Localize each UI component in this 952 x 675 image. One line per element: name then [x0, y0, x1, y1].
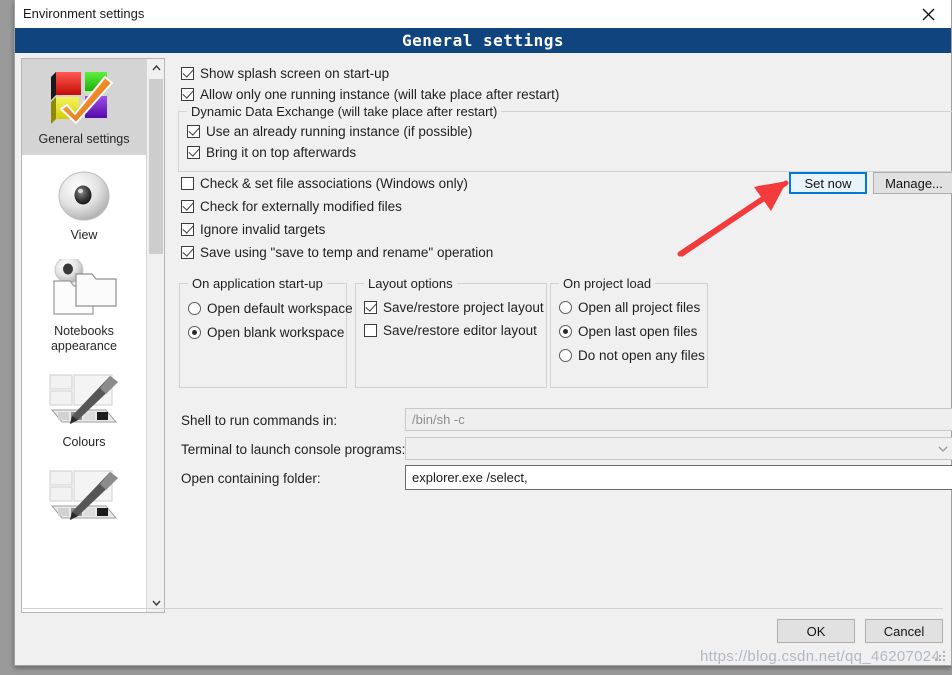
radio-circle[interactable]: [188, 302, 201, 315]
sidebar-item-general-settings[interactable]: General settings: [22, 59, 146, 155]
sidebar-item-notebooks-appearance[interactable]: Notebooks appearance: [22, 251, 146, 362]
radio-circle[interactable]: [559, 301, 572, 314]
radio-label: Do not open any files: [578, 347, 705, 364]
page-title: General settings: [15, 28, 951, 53]
set-now-button[interactable]: Set now: [789, 172, 867, 194]
resize-grip-icon[interactable]: [935, 650, 947, 662]
settings-category-list: General settings: [21, 58, 165, 613]
shell-command-input[interactable]: /bin/sh -c: [405, 408, 952, 431]
chevron-down-icon[interactable]: [931, 439, 952, 458]
screen: Environment settings General settings: [0, 0, 952, 675]
radio-open-last-open-files[interactable]: Open last open files: [559, 323, 697, 340]
checkbox-label: Check for externally modified files: [200, 198, 402, 215]
cancel-button[interactable]: Cancel: [865, 619, 943, 643]
checkbox-box[interactable]: [181, 223, 194, 236]
radio-open-all-project-files[interactable]: Open all project files: [559, 299, 700, 316]
checkbox-show-splash-screen[interactable]: Show splash screen on start-up: [181, 65, 389, 82]
checkbox-label: Check & set file associations (Windows o…: [200, 175, 468, 192]
checkbox-save-restore-project-layout[interactable]: Save/restore project layout: [364, 299, 544, 316]
checkbox-box[interactable]: [181, 246, 194, 259]
palette-brush-icon: [44, 370, 124, 432]
checkbox-externally-modified[interactable]: Check for externally modified files: [181, 198, 402, 215]
ok-button[interactable]: OK: [777, 619, 855, 643]
sidebar-item-colours[interactable]: Colours: [22, 362, 146, 458]
checkbox-allow-one-instance[interactable]: Allow only one running instance (will ta…: [181, 86, 559, 103]
sidebar-item-view[interactable]: View: [22, 155, 146, 251]
radio-label: Open last open files: [578, 323, 697, 340]
checkbox-label: Ignore invalid targets: [200, 221, 325, 238]
checkbox-file-associations[interactable]: Check & set file associations (Windows o…: [181, 175, 468, 192]
checkbox-box[interactable]: [187, 125, 200, 138]
general-settings-panel: Show splash screen on start-up Allow onl…: [173, 55, 947, 605]
folders-icon: [46, 259, 122, 321]
checkbox-label: Save using "save to temp and rename" ope…: [200, 244, 493, 261]
checkbox-ignore-invalid-targets[interactable]: Ignore invalid targets: [181, 221, 325, 238]
category-items: General settings: [22, 59, 146, 612]
dialog-body: General settings: [15, 53, 951, 665]
terminal-field-label: Terminal to launch console programs:: [181, 442, 405, 457]
checkbox-box[interactable]: [181, 177, 194, 190]
checkbox-use-running-instance[interactable]: Use an already running instance (if poss…: [187, 123, 472, 140]
chevron-up-icon[interactable]: [147, 59, 165, 77]
radio-label: Open default workspace: [207, 300, 353, 317]
checkbox-label: Allow only one running instance (will ta…: [200, 86, 559, 103]
sidebar-item-label: General settings: [38, 132, 129, 147]
radio-label: Open blank workspace: [207, 324, 344, 341]
checkbox-box[interactable]: [181, 200, 194, 213]
checkbox-box[interactable]: [181, 88, 194, 101]
radio-circle[interactable]: [559, 325, 572, 338]
dynamic-data-exchange-group: Dynamic Data Exchange (will take place a…: [178, 111, 952, 172]
radio-label: Open all project files: [578, 299, 700, 316]
radio-open-default-workspace[interactable]: Open default workspace: [188, 300, 353, 317]
terminal-command-combobox[interactable]: [405, 437, 952, 460]
group-title: On application start-up: [188, 276, 327, 291]
group-title: On project load: [559, 276, 655, 291]
checkbox-label: Use an already running instance (if poss…: [206, 123, 472, 140]
sidebar-item-label: View: [71, 228, 98, 243]
manage-button[interactable]: Manage...: [873, 172, 952, 194]
checkbox-label: Save/restore project layout: [383, 299, 544, 316]
checkbox-label: Show splash screen on start-up: [200, 65, 389, 82]
palette-brush-icon: [44, 466, 124, 528]
sidebar-item-label: Notebooks appearance: [24, 324, 144, 354]
layout-options-group: Layout options Save/restore project layo…: [355, 283, 547, 388]
radio-circle[interactable]: [559, 349, 572, 362]
checkbox-bring-on-top[interactable]: Bring it on top afterwards: [187, 144, 356, 161]
eye-icon: [53, 163, 115, 225]
open-containing-folder-input[interactable]: explorer.exe /select,: [405, 465, 952, 490]
group-title: Dynamic Data Exchange (will take place a…: [187, 104, 501, 119]
footer-separator: [23, 608, 943, 609]
radio-do-not-open-any-files[interactable]: Do not open any files: [559, 347, 705, 364]
checkbox-label: Save/restore editor layout: [383, 322, 537, 339]
checkbox-save-temp-rename[interactable]: Save using "save to temp and rename" ope…: [181, 244, 493, 261]
checkbox-save-restore-editor-layout[interactable]: Save/restore editor layout: [364, 322, 537, 339]
on-application-startup-group: On application start-up Open default wor…: [179, 283, 347, 388]
blocks-check-icon: [45, 67, 123, 129]
chevron-down-icon[interactable]: [147, 594, 165, 612]
open-folder-field-label: Open containing folder:: [181, 471, 321, 486]
checkbox-box[interactable]: [364, 324, 377, 337]
radio-circle[interactable]: [188, 326, 201, 339]
sidebar-scrollbar[interactable]: [146, 59, 164, 612]
group-title: Layout options: [364, 276, 457, 291]
checkbox-box[interactable]: [187, 146, 200, 159]
checkbox-box[interactable]: [181, 67, 194, 80]
environment-settings-dialog: Environment settings General settings: [14, 0, 952, 666]
radio-open-blank-workspace[interactable]: Open blank workspace: [188, 324, 344, 341]
close-glyph: [922, 8, 935, 21]
sidebar-item-editor-appearance[interactable]: [22, 458, 146, 539]
on-project-load-group: On project load Open all project files O…: [550, 283, 708, 388]
sidebar-item-label: Colours: [62, 435, 105, 450]
title-bar: Environment settings: [15, 0, 951, 28]
scrollbar-thumb[interactable]: [149, 79, 163, 254]
checkbox-box[interactable]: [364, 301, 377, 314]
close-icon[interactable]: [906, 0, 951, 28]
checkbox-label: Bring it on top afterwards: [206, 144, 356, 161]
window-title: Environment settings: [23, 6, 144, 21]
shell-field-label: Shell to run commands in:: [181, 413, 337, 428]
